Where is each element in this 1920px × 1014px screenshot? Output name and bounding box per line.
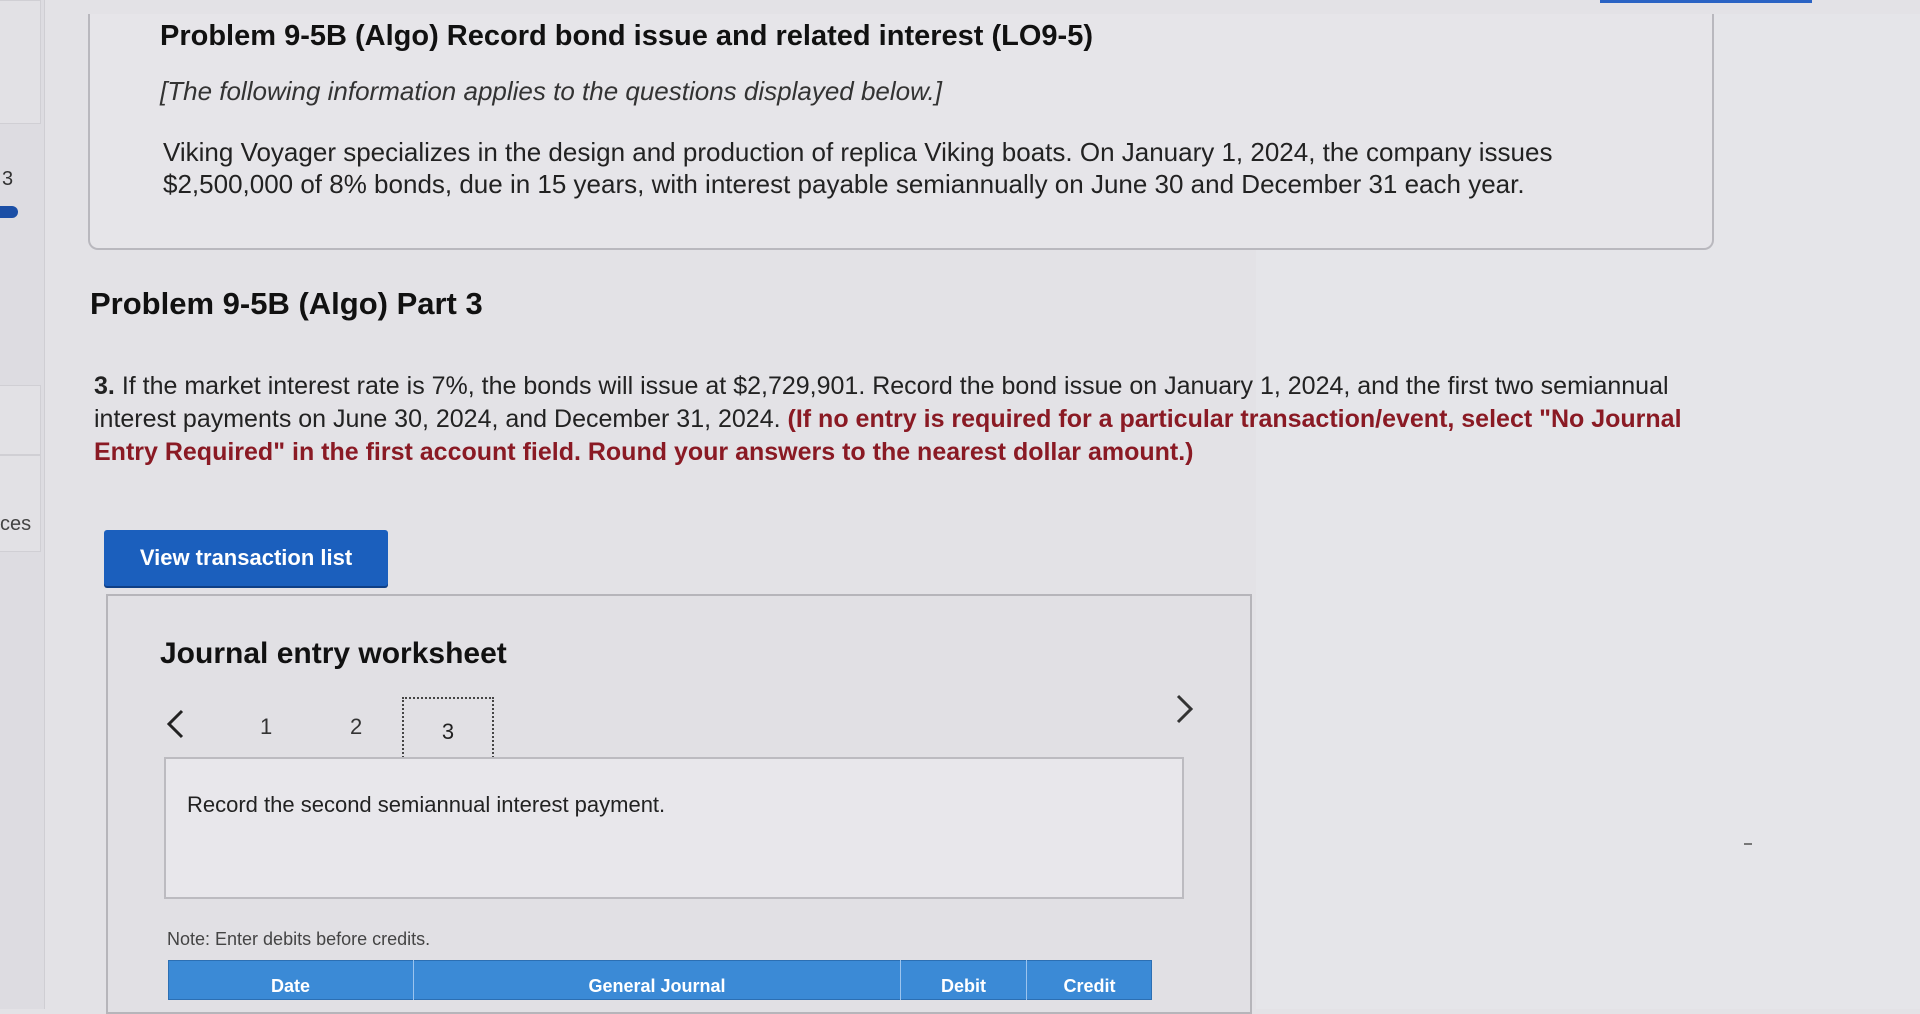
rail-item[interactable] (0, 0, 41, 124)
tab-2[interactable]: 2 (350, 714, 362, 740)
column-debit: Debit (900, 960, 1026, 1000)
rail-item[interactable] (0, 385, 41, 455)
stray-mark (1744, 843, 1752, 845)
chevron-left-icon[interactable] (164, 707, 186, 750)
entry-description: Record the second semiannual interest pa… (187, 792, 666, 817)
question-text: 3. If the market interest rate is 7%, th… (94, 370, 1714, 469)
view-transaction-list-button[interactable]: View transaction list (104, 530, 388, 586)
chevron-right-icon[interactable] (1174, 692, 1196, 735)
question-number: 3. (94, 372, 115, 400)
debits-note: Note: Enter debits before credits. (167, 929, 431, 949)
rail-number: 3 (2, 168, 14, 190)
column-credit: Credit (1026, 960, 1152, 1000)
tab-1[interactable]: 1 (260, 714, 272, 740)
entry-description-box (164, 757, 1184, 899)
rail-active-marker (0, 206, 18, 218)
column-general-journal: General Journal (413, 960, 900, 1000)
intro-note: [The following information applies to th… (160, 76, 942, 106)
rail-label: ces (0, 513, 32, 535)
part-title: Problem 9-5B (Algo) Part 3 (90, 286, 483, 321)
top-accent-bar (1600, 0, 1812, 3)
problem-title: Problem 9-5B (Algo) Record bond issue an… (160, 20, 1093, 52)
intro-text: Viking Voyager specializes in the design… (163, 137, 1553, 199)
rail-item[interactable] (0, 455, 41, 552)
worksheet-title: Journal entry worksheet (160, 637, 507, 670)
left-rail: 3 ces (0, 0, 45, 1009)
column-date: Date (270, 976, 310, 996)
